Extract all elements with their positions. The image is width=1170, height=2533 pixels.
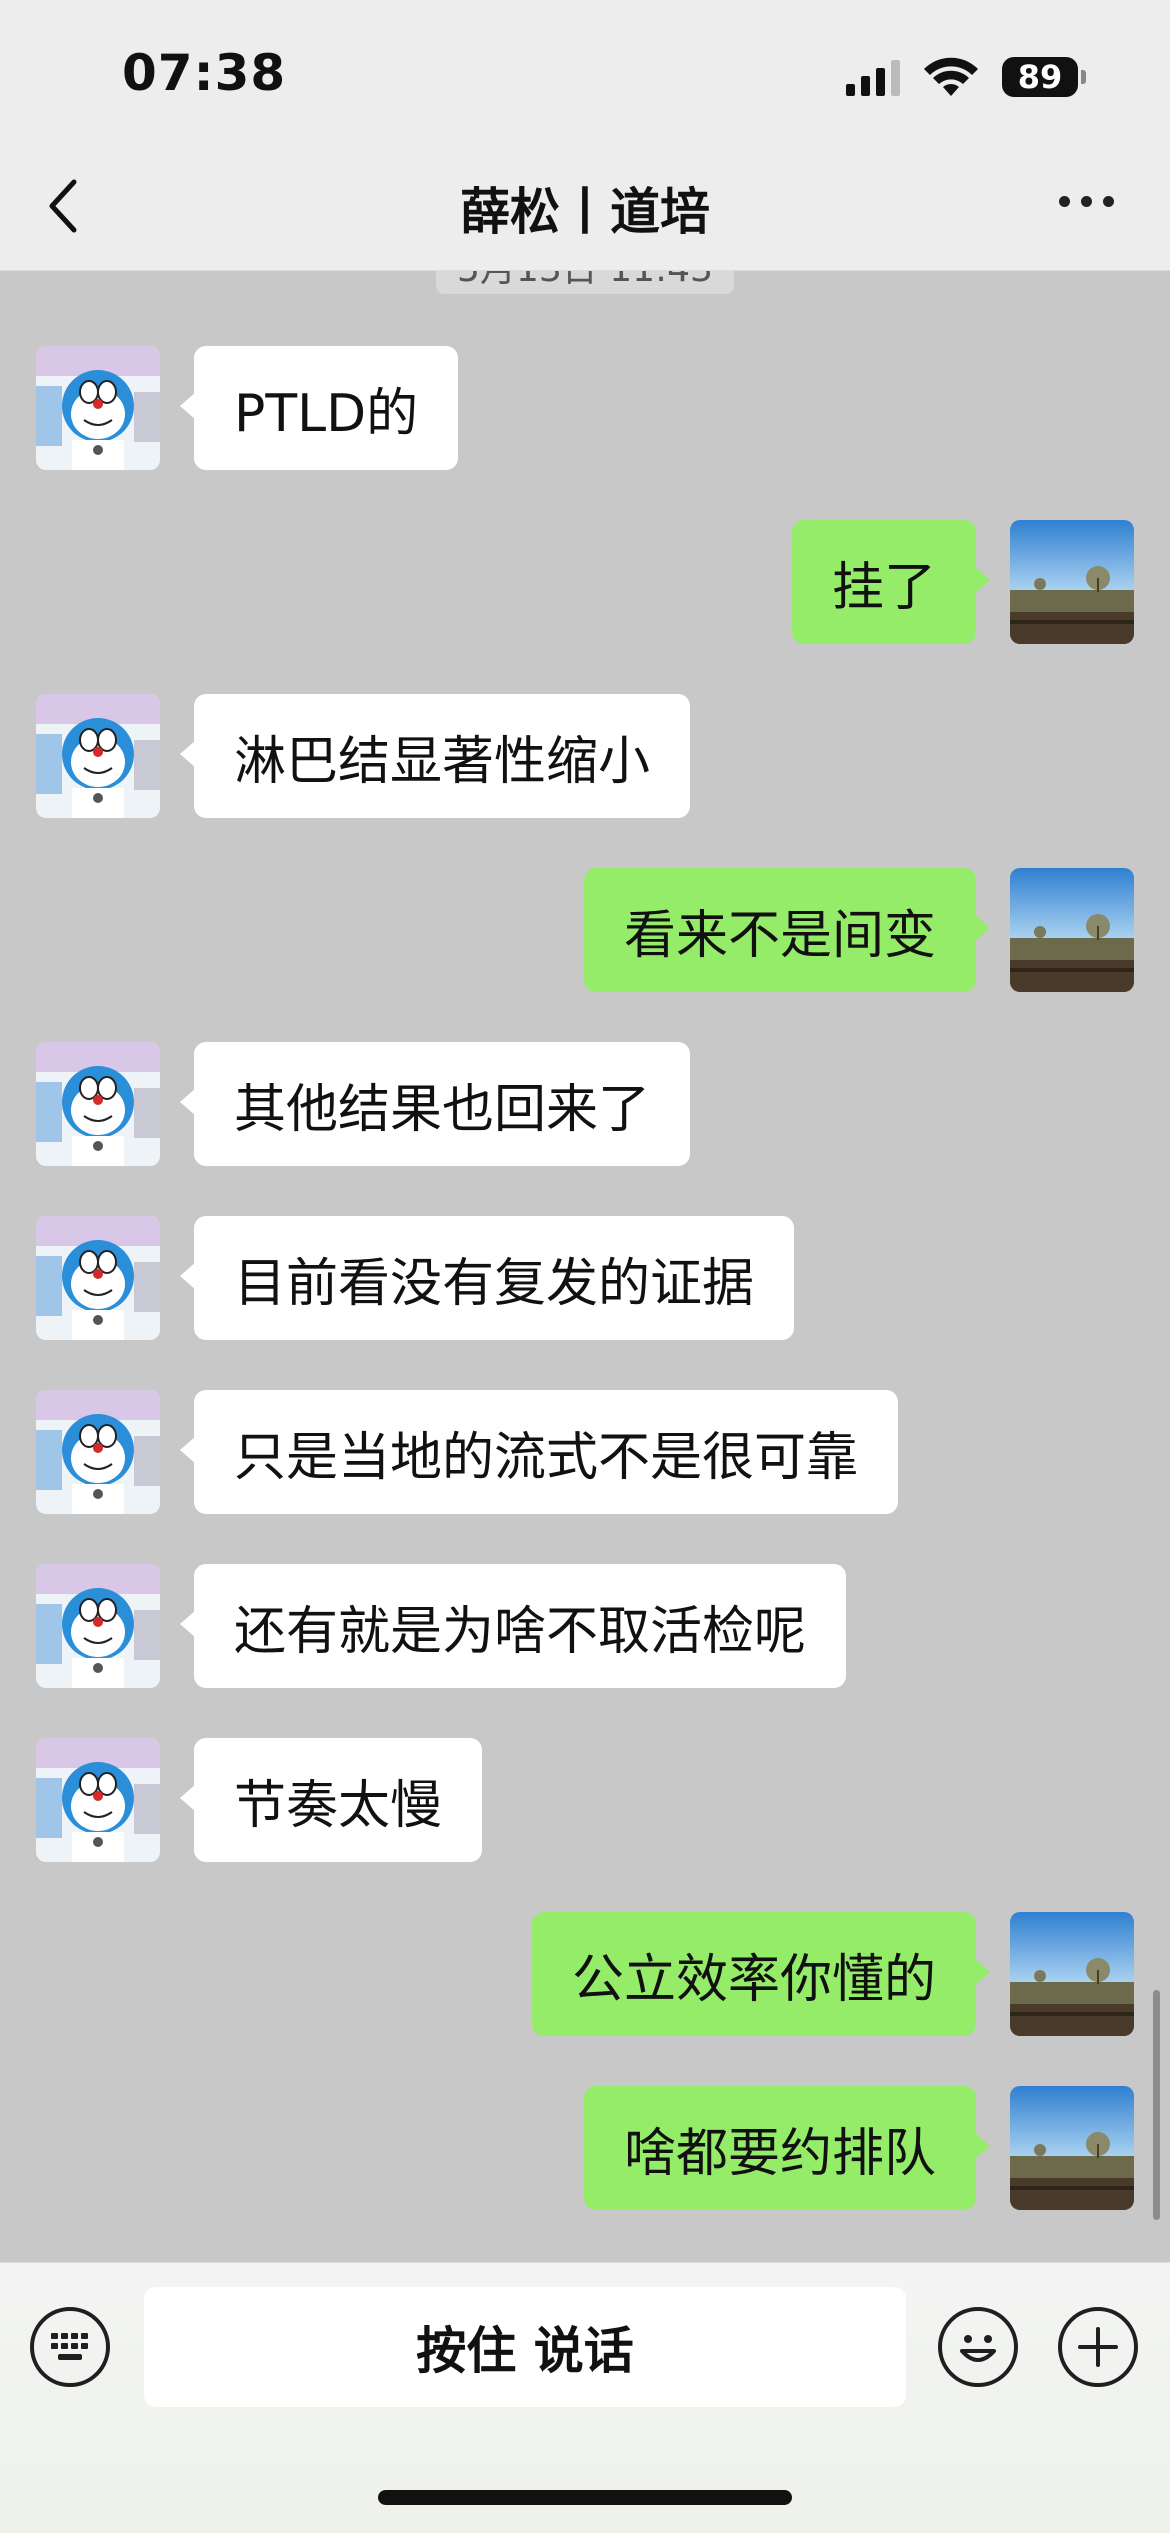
my-avatar[interactable]	[1010, 868, 1134, 992]
message-row: 其他结果也回来了	[0, 1042, 1170, 1166]
sent-message-bubble[interactable]: 公立效率你懂的	[531, 1912, 991, 2036]
my-avatar[interactable]	[1010, 2086, 1134, 2210]
message-row: PTLD的	[0, 346, 1170, 470]
status-icons: 89	[846, 52, 1086, 102]
received-message-bubble[interactable]: 还有就是为啥不取活检呢	[179, 1564, 847, 1688]
keyboard-icon[interactable]	[30, 2307, 110, 2387]
received-message-bubble[interactable]: 目前看没有复发的证据	[179, 1216, 795, 1340]
message-row: 节奏太慢	[0, 1738, 1170, 1862]
received-message-bubble[interactable]: 其他结果也回来了	[179, 1042, 691, 1166]
message-row: 目前看没有复发的证据	[0, 1216, 1170, 1340]
message-row: 看来不是间变	[0, 868, 1170, 992]
contact-avatar[interactable]	[36, 1042, 160, 1166]
scrollbar[interactable]	[1153, 1990, 1160, 2220]
message-row: 公立效率你懂的	[0, 1912, 1170, 2036]
status-time: 07:38	[122, 44, 287, 102]
hold-to-talk-button[interactable]: 按住 说话	[144, 2287, 906, 2407]
my-avatar[interactable]	[1010, 1912, 1134, 2036]
battery-icon: 89	[1002, 57, 1086, 97]
signal-icon	[846, 58, 900, 96]
sent-message-bubble[interactable]: 挂了	[791, 520, 991, 644]
wifi-icon	[924, 57, 978, 96]
contact-avatar[interactable]	[36, 1390, 160, 1514]
sent-message-bubble[interactable]: 看来不是间变	[583, 868, 991, 992]
message-row: 淋巴结显著性缩小	[0, 694, 1170, 818]
received-message-bubble[interactable]: 只是当地的流式不是很可靠	[179, 1390, 899, 1514]
plus-icon[interactable]	[1058, 2307, 1138, 2387]
contact-avatar[interactable]	[36, 346, 160, 470]
contact-avatar[interactable]	[36, 1216, 160, 1340]
more-icon[interactable]	[1059, 196, 1114, 207]
home-indicator	[378, 2490, 792, 2505]
contact-avatar[interactable]	[36, 694, 160, 818]
my-avatar[interactable]	[1010, 520, 1134, 644]
top-bar: 07:38 89 薛松丨道培	[0, 0, 1170, 271]
received-message-bubble[interactable]: 节奏太慢	[179, 1738, 483, 1862]
message-row: 挂了	[0, 520, 1170, 644]
received-message-bubble[interactable]: PTLD的	[179, 346, 459, 470]
received-message-bubble[interactable]: 淋巴结显著性缩小	[179, 694, 691, 818]
message-row: 只是当地的流式不是很可靠	[0, 1390, 1170, 1514]
message-row: 还有就是为啥不取活检呢	[0, 1564, 1170, 1688]
message-row: 啥都要约排队	[0, 2086, 1170, 2210]
emoji-icon[interactable]	[938, 2307, 1018, 2387]
contact-avatar[interactable]	[36, 1564, 160, 1688]
sent-message-bubble[interactable]: 啥都要约排队	[583, 2086, 991, 2210]
contact-avatar[interactable]	[36, 1738, 160, 1862]
chat-title: 薛松丨道培	[460, 183, 710, 241]
